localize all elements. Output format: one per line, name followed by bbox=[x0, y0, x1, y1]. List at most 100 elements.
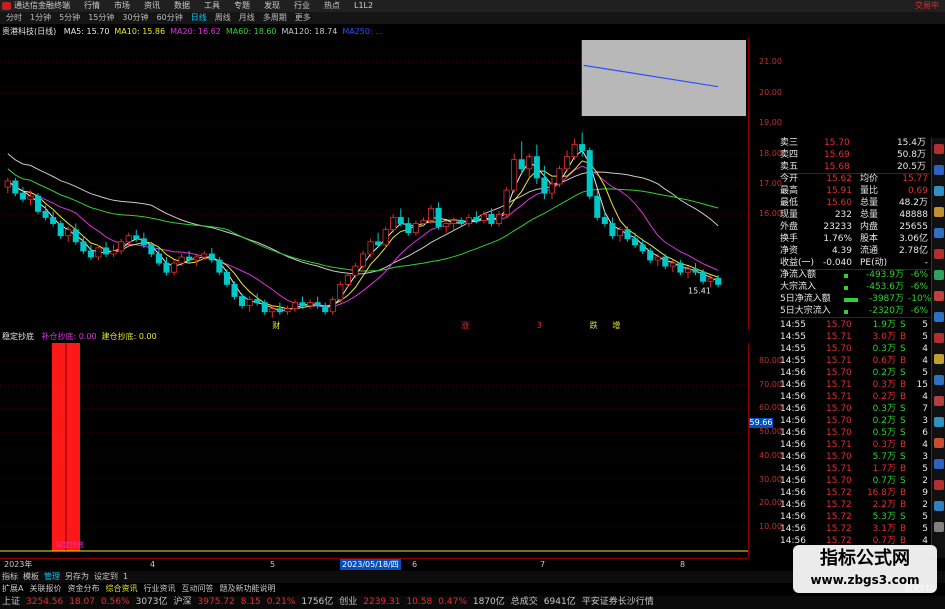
titlebar-item[interactable]: 资讯 bbox=[144, 0, 160, 12]
function-tab[interactable]: 行业资讯 bbox=[143, 584, 175, 593]
period-tab[interactable]: 60分钟 bbox=[153, 12, 187, 24]
titlebar-item[interactable]: 行业 bbox=[294, 0, 310, 12]
status-item: 0.47% bbox=[438, 597, 467, 607]
price-axis-label: 21.00 bbox=[759, 57, 782, 67]
function-tab[interactable]: 扩展A bbox=[2, 584, 23, 593]
star-icon[interactable] bbox=[934, 207, 944, 217]
last-price-tag: 15.41 bbox=[688, 287, 711, 296]
period-tab[interactable]: 周线 bbox=[211, 12, 235, 24]
titlebar-item[interactable]: L1L2 bbox=[354, 0, 373, 12]
tool-icon[interactable] bbox=[934, 438, 944, 448]
indicator-tab[interactable]: 设定到 bbox=[94, 572, 118, 581]
titlebar-item[interactable]: 专题 bbox=[234, 0, 250, 12]
list-icon[interactable] bbox=[934, 291, 944, 301]
tick-side: B bbox=[900, 500, 907, 510]
candle-body bbox=[488, 214, 495, 224]
titlebar-item[interactable]: 热点 bbox=[324, 0, 340, 12]
titlebar-item[interactable]: 通达信金融终端 bbox=[14, 0, 70, 12]
stat-label: 最高 bbox=[780, 186, 799, 196]
status-item[interactable]: 创业 bbox=[339, 597, 357, 607]
candle-body bbox=[616, 229, 624, 237]
period-tab[interactable]: 多周期 bbox=[259, 12, 291, 24]
indicator-tab[interactable]: 管理 bbox=[44, 572, 60, 581]
candle-body bbox=[352, 265, 359, 276]
status-item[interactable]: 上证 bbox=[2, 597, 20, 607]
price-axis-label: 17.00 bbox=[759, 179, 782, 188]
period-tab[interactable]: 1分钟 bbox=[26, 12, 55, 24]
indicator-axis: 59.66 80.00 70.00 60.00 50.00 40.00 30.00 20.0… bbox=[748, 343, 782, 557]
status-item: 平安证券长沙行情 bbox=[581, 597, 654, 607]
window-icon[interactable] bbox=[934, 144, 944, 154]
period-tab[interactable]: 5分钟 bbox=[55, 12, 84, 24]
event-marker[interactable]: 财 bbox=[272, 320, 280, 330]
user-icon[interactable] bbox=[934, 312, 944, 322]
compass-icon[interactable] bbox=[934, 165, 944, 175]
titlebar-item[interactable]: 市场 bbox=[114, 0, 130, 12]
function-tab[interactable]: 互动问答 bbox=[181, 584, 213, 593]
tick-volume: 5.7万 bbox=[872, 452, 896, 462]
candlestick-chart[interactable]: 财 涨 3 跌 增 15.41 bbox=[0, 38, 748, 330]
function-tab[interactable]: 关联报价 bbox=[29, 584, 61, 593]
indicator-axis-label: 70.00 bbox=[759, 379, 782, 389]
titlebar-item[interactable]: 发现 bbox=[264, 0, 280, 12]
titlebar-item[interactable]: 行情 bbox=[84, 0, 100, 12]
period-tab[interactable]: 30分钟 bbox=[118, 12, 152, 24]
share-icon[interactable] bbox=[934, 354, 944, 364]
flow-bar bbox=[844, 286, 848, 290]
tick-side: S bbox=[900, 512, 906, 522]
news-icon[interactable] bbox=[934, 270, 944, 280]
price-axis-label: 18.00 bbox=[759, 148, 782, 158]
book-icon[interactable] bbox=[934, 501, 944, 511]
function-tab[interactable]: 综合资讯 bbox=[105, 584, 137, 593]
indicator-tab[interactable]: 指标 bbox=[2, 572, 18, 581]
stock-name[interactable]: 贵港科技(日线) bbox=[2, 27, 56, 36]
status-item: 8.15 bbox=[240, 597, 261, 607]
grid-icon[interactable] bbox=[934, 186, 944, 196]
indicator-chart[interactable]: 稳定抄底 bbox=[0, 343, 748, 557]
calc-icon[interactable] bbox=[934, 396, 944, 406]
function-tab[interactable]: 资金分布 bbox=[67, 584, 99, 593]
period-tab[interactable]: 15分钟 bbox=[84, 12, 118, 24]
price-axis: 21.00 20.00 19.00 18.00 17.00 16.00 bbox=[748, 38, 782, 330]
indicator-axis-label: 30.00 bbox=[759, 474, 782, 484]
period-tab[interactable]: 分时 bbox=[2, 12, 26, 24]
plus-icon[interactable] bbox=[934, 333, 944, 343]
candle-body bbox=[692, 268, 699, 273]
chart-icon[interactable] bbox=[934, 249, 944, 259]
gear-icon[interactable] bbox=[934, 522, 944, 532]
indicator-tab[interactable]: 另存为 bbox=[65, 572, 89, 581]
stat-value: 232 bbox=[834, 210, 852, 220]
indicator-name[interactable]: 稳定抄底 bbox=[2, 332, 34, 341]
tick-price: 15.71 bbox=[826, 392, 852, 402]
tick-volume: 1.9万 bbox=[872, 320, 896, 330]
status-item[interactable]: 沪深 bbox=[174, 597, 192, 607]
event-marker[interactable]: 3 bbox=[537, 321, 542, 330]
tick-volume: 1.7万 bbox=[872, 464, 896, 474]
home-icon[interactable] bbox=[934, 459, 944, 469]
status-item[interactable]: 总成交 bbox=[511, 597, 538, 607]
candlestick-chart-svg: 财 涨 3 跌 增 15.41 bbox=[0, 40, 748, 330]
indicator-tab[interactable]: 1 bbox=[123, 572, 128, 581]
indicator-tab[interactable]: 模板 bbox=[23, 572, 39, 581]
titlebar-item[interactable]: 工具 bbox=[204, 0, 220, 12]
titlebar-item[interactable]: 数据 bbox=[174, 0, 190, 12]
event-marker[interactable]: 涨 bbox=[461, 320, 469, 330]
candle-body bbox=[715, 277, 722, 285]
tick-row: 14:56 15.70 0.2万 S 3 bbox=[780, 416, 930, 428]
stat-value: 25655 bbox=[899, 222, 928, 232]
screen-icon[interactable] bbox=[934, 375, 944, 385]
function-tab[interactable]: 题及新功能说明 bbox=[219, 584, 275, 593]
quote-row: 最高 15.91 量比 0.69 bbox=[780, 186, 930, 197]
trade-button[interactable]: 交易中 bbox=[915, 0, 939, 12]
event-marker[interactable]: 跌 bbox=[590, 320, 598, 330]
info-icon[interactable] bbox=[934, 417, 944, 427]
cell-icon[interactable] bbox=[934, 228, 944, 238]
period-tab[interactable]: 日线 bbox=[187, 12, 211, 24]
bell-icon[interactable] bbox=[934, 480, 944, 490]
event-marker[interactable]: 增 bbox=[612, 320, 620, 330]
stat-value: -0.040 bbox=[822, 258, 852, 268]
candle-body bbox=[465, 217, 472, 224]
period-tab[interactable]: 月线 bbox=[235, 12, 259, 24]
period-tab[interactable]: 更多 bbox=[291, 12, 315, 24]
tick-row: 14:56 15.70 0.3万 S 7 bbox=[780, 404, 930, 416]
